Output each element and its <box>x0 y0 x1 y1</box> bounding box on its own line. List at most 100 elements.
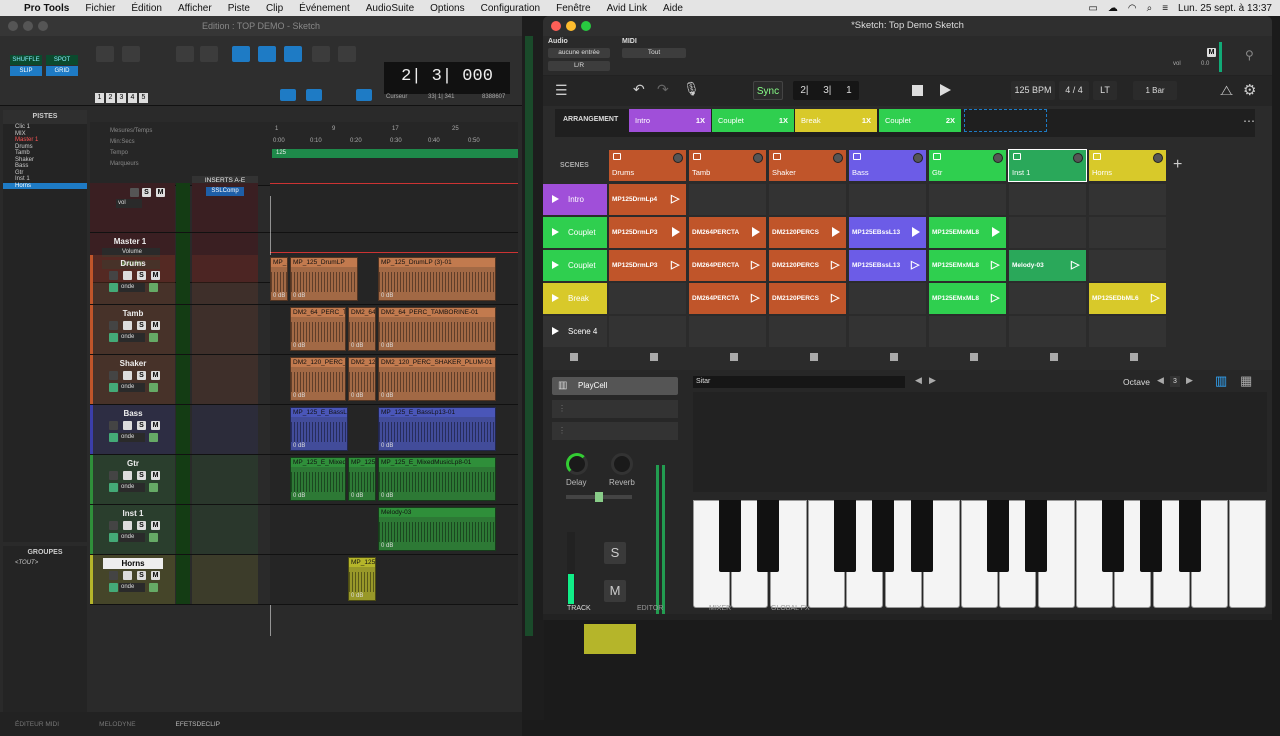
track-name[interactable]: Gtr <box>103 458 163 469</box>
track-lane[interactable]: DM2_120_PERC_ 0 dB DM2_12 0 dB DM2_120_PERC_… <box>270 355 518 404</box>
tracks-list-header[interactable]: PISTES <box>3 110 87 124</box>
control-center-icon[interactable]: ≡ <box>1162 3 1168 14</box>
arrangement-segment[interactable]: Break 1X <box>795 109 877 132</box>
audio-clip[interactable]: MP_125_DrumLP (3)-01 0 dB <box>378 257 496 301</box>
groups-list-header[interactable]: GROUPES <box>3 546 87 560</box>
clip-cell[interactable] <box>609 316 686 347</box>
zoom-preset-1[interactable]: 1 <box>95 93 104 103</box>
track-view-selector[interactable]: onde <box>119 283 145 292</box>
volume-fader[interactable] <box>567 532 575 606</box>
clip-cell[interactable]: DM2120PERCS ▷ <box>769 250 846 281</box>
clip-cell[interactable]: MP125EMxML8 ▷ <box>929 250 1006 281</box>
clip-cell[interactable] <box>929 316 1006 347</box>
audio-clip[interactable]: DM2_120_PERC_ 0 dB <box>290 357 346 401</box>
black-key[interactable] <box>833 500 856 572</box>
play-clip-outline-icon[interactable]: ▷ <box>991 259 1001 272</box>
scene-launcher[interactable]: Break <box>543 283 607 314</box>
track-name[interactable]: Shaker <box>103 358 163 369</box>
playlist-icon[interactable] <box>149 533 158 542</box>
zoom-icon[interactable] <box>38 21 48 31</box>
audio-output-dropdown[interactable]: L/R <box>548 61 610 71</box>
inserts-slot[interactable]: SSLComp <box>192 183 258 232</box>
menu-options[interactable]: Options <box>422 3 472 14</box>
stop-column-button[interactable] <box>570 353 578 361</box>
track-name[interactable]: Master 1 <box>100 236 160 247</box>
stop-icon[interactable] <box>912 85 923 96</box>
delay-knob[interactable] <box>566 453 588 475</box>
clip-cell[interactable] <box>769 184 846 215</box>
stop-column-button[interactable] <box>970 353 978 361</box>
play-clip-icon[interactable] <box>672 227 680 237</box>
loop-icon[interactable] <box>306 89 322 101</box>
track-column-header[interactable]: Tamb <box>689 150 766 181</box>
play-clip-outline-icon[interactable]: ▷ <box>1151 292 1161 305</box>
scene-launcher[interactable]: Couplet <box>543 217 607 248</box>
menu-fenetre[interactable]: Fenêtre <box>548 3 598 14</box>
track-lane[interactable]: MP_125_E_Mixed 0 dB MP_125 0 dB MP_125_E_Mix… <box>270 455 518 504</box>
black-key[interactable] <box>719 500 741 572</box>
clip-cell[interactable] <box>1089 250 1166 281</box>
scrubber-tool-icon[interactable] <box>312 46 330 62</box>
input-monitor-button[interactable] <box>123 571 132 580</box>
clip-cell[interactable] <box>849 316 926 347</box>
metronome-icon[interactable]: ⧍ <box>1220 82 1233 99</box>
midi-editor-tab[interactable]: ÉDITEUR MIDI <box>15 721 59 728</box>
add-track-icon[interactable]: + <box>1173 156 1182 174</box>
clip-cell[interactable]: DM264PERCTA ▷ <box>689 283 766 314</box>
playlist-icon[interactable] <box>149 283 158 292</box>
track-view-icon[interactable] <box>109 433 118 442</box>
sync-button[interactable]: Sync <box>753 81 783 100</box>
stop-column-button[interactable] <box>730 353 738 361</box>
solo-button[interactable]: S <box>137 471 146 480</box>
fx-slot-2[interactable]: ⋮ <box>552 422 678 440</box>
playlist-icon[interactable] <box>149 483 158 492</box>
zoom-preset-2[interactable]: 2 <box>106 93 115 103</box>
scene-launcher[interactable]: Couplet <box>543 250 607 281</box>
record-arm-button[interactable] <box>1073 153 1083 163</box>
cloud-icon[interactable]: ☁ <box>1108 3 1118 14</box>
wifi-icon[interactable]: ◠ <box>1128 3 1137 14</box>
clip-cell[interactable] <box>929 184 1006 215</box>
zoom-icon[interactable] <box>581 21 591 31</box>
clip-effects-tab[interactable]: EFETSDECLIP <box>176 721 220 728</box>
trim-tool-icon[interactable] <box>200 46 218 62</box>
menu-aide[interactable]: Aide <box>655 3 691 14</box>
play-clip-icon[interactable] <box>912 227 920 237</box>
pan-handle[interactable] <box>595 492 603 502</box>
menu-audiosuite[interactable]: AudioSuite <box>358 3 422 14</box>
pin-icon[interactable]: ⚲ <box>1245 48 1254 62</box>
audio-clip[interactable]: MP_125 0 dB <box>348 457 376 501</box>
zoom-preset-5[interactable]: 5 <box>139 93 148 103</box>
track-column-header[interactable]: Gtr <box>929 150 1006 181</box>
track-view-icon[interactable] <box>109 383 118 392</box>
fx-slot-1[interactable]: ⋮ <box>552 400 678 418</box>
inserts-slot[interactable] <box>192 405 258 454</box>
record-arm-button[interactable] <box>913 153 923 163</box>
mute-button[interactable]: M <box>151 321 160 330</box>
octave-up-icon[interactable]: ▶ <box>1186 375 1193 386</box>
mute-button[interactable]: M <box>151 421 160 430</box>
audio-clip[interactable]: MP_125 0 dB <box>270 257 288 301</box>
black-key[interactable] <box>1025 500 1048 572</box>
solo-button[interactable]: S <box>137 571 146 580</box>
track-name[interactable]: Drums <box>103 258 163 269</box>
clip-cell[interactable] <box>1089 316 1166 347</box>
stop-column-button[interactable] <box>810 353 818 361</box>
reverb-knob[interactable] <box>611 453 633 475</box>
track-lane[interactable]: MP_125_E_BassL 0 dB MP_125_E_BassLp13-01 0 … <box>270 405 518 454</box>
arrangement-segment[interactable]: Couplet 1X <box>712 109 794 132</box>
clip-cell[interactable] <box>689 184 766 215</box>
inserts-slot[interactable] <box>192 305 258 354</box>
clip-cell[interactable]: MP125DrmLp4 ▷ <box>609 184 686 215</box>
clip-cell[interactable] <box>1089 184 1166 215</box>
record-enable-button[interactable] <box>109 471 118 480</box>
slip-mode-button[interactable]: SLIP <box>10 66 42 76</box>
tempo-display[interactable]: 125 BPM <box>1011 81 1055 100</box>
clip-cell[interactable]: MP125EBssL13 <box>849 217 926 248</box>
input-monitor-button[interactable] <box>123 421 132 430</box>
mute-button[interactable]: M <box>156 188 165 197</box>
quantize-dropdown[interactable]: 1 Bar <box>1133 81 1177 100</box>
view-selector[interactable]: vol <box>116 199 142 208</box>
stop-column-button[interactable] <box>650 353 658 361</box>
track-column-header[interactable]: Bass <box>849 150 926 181</box>
